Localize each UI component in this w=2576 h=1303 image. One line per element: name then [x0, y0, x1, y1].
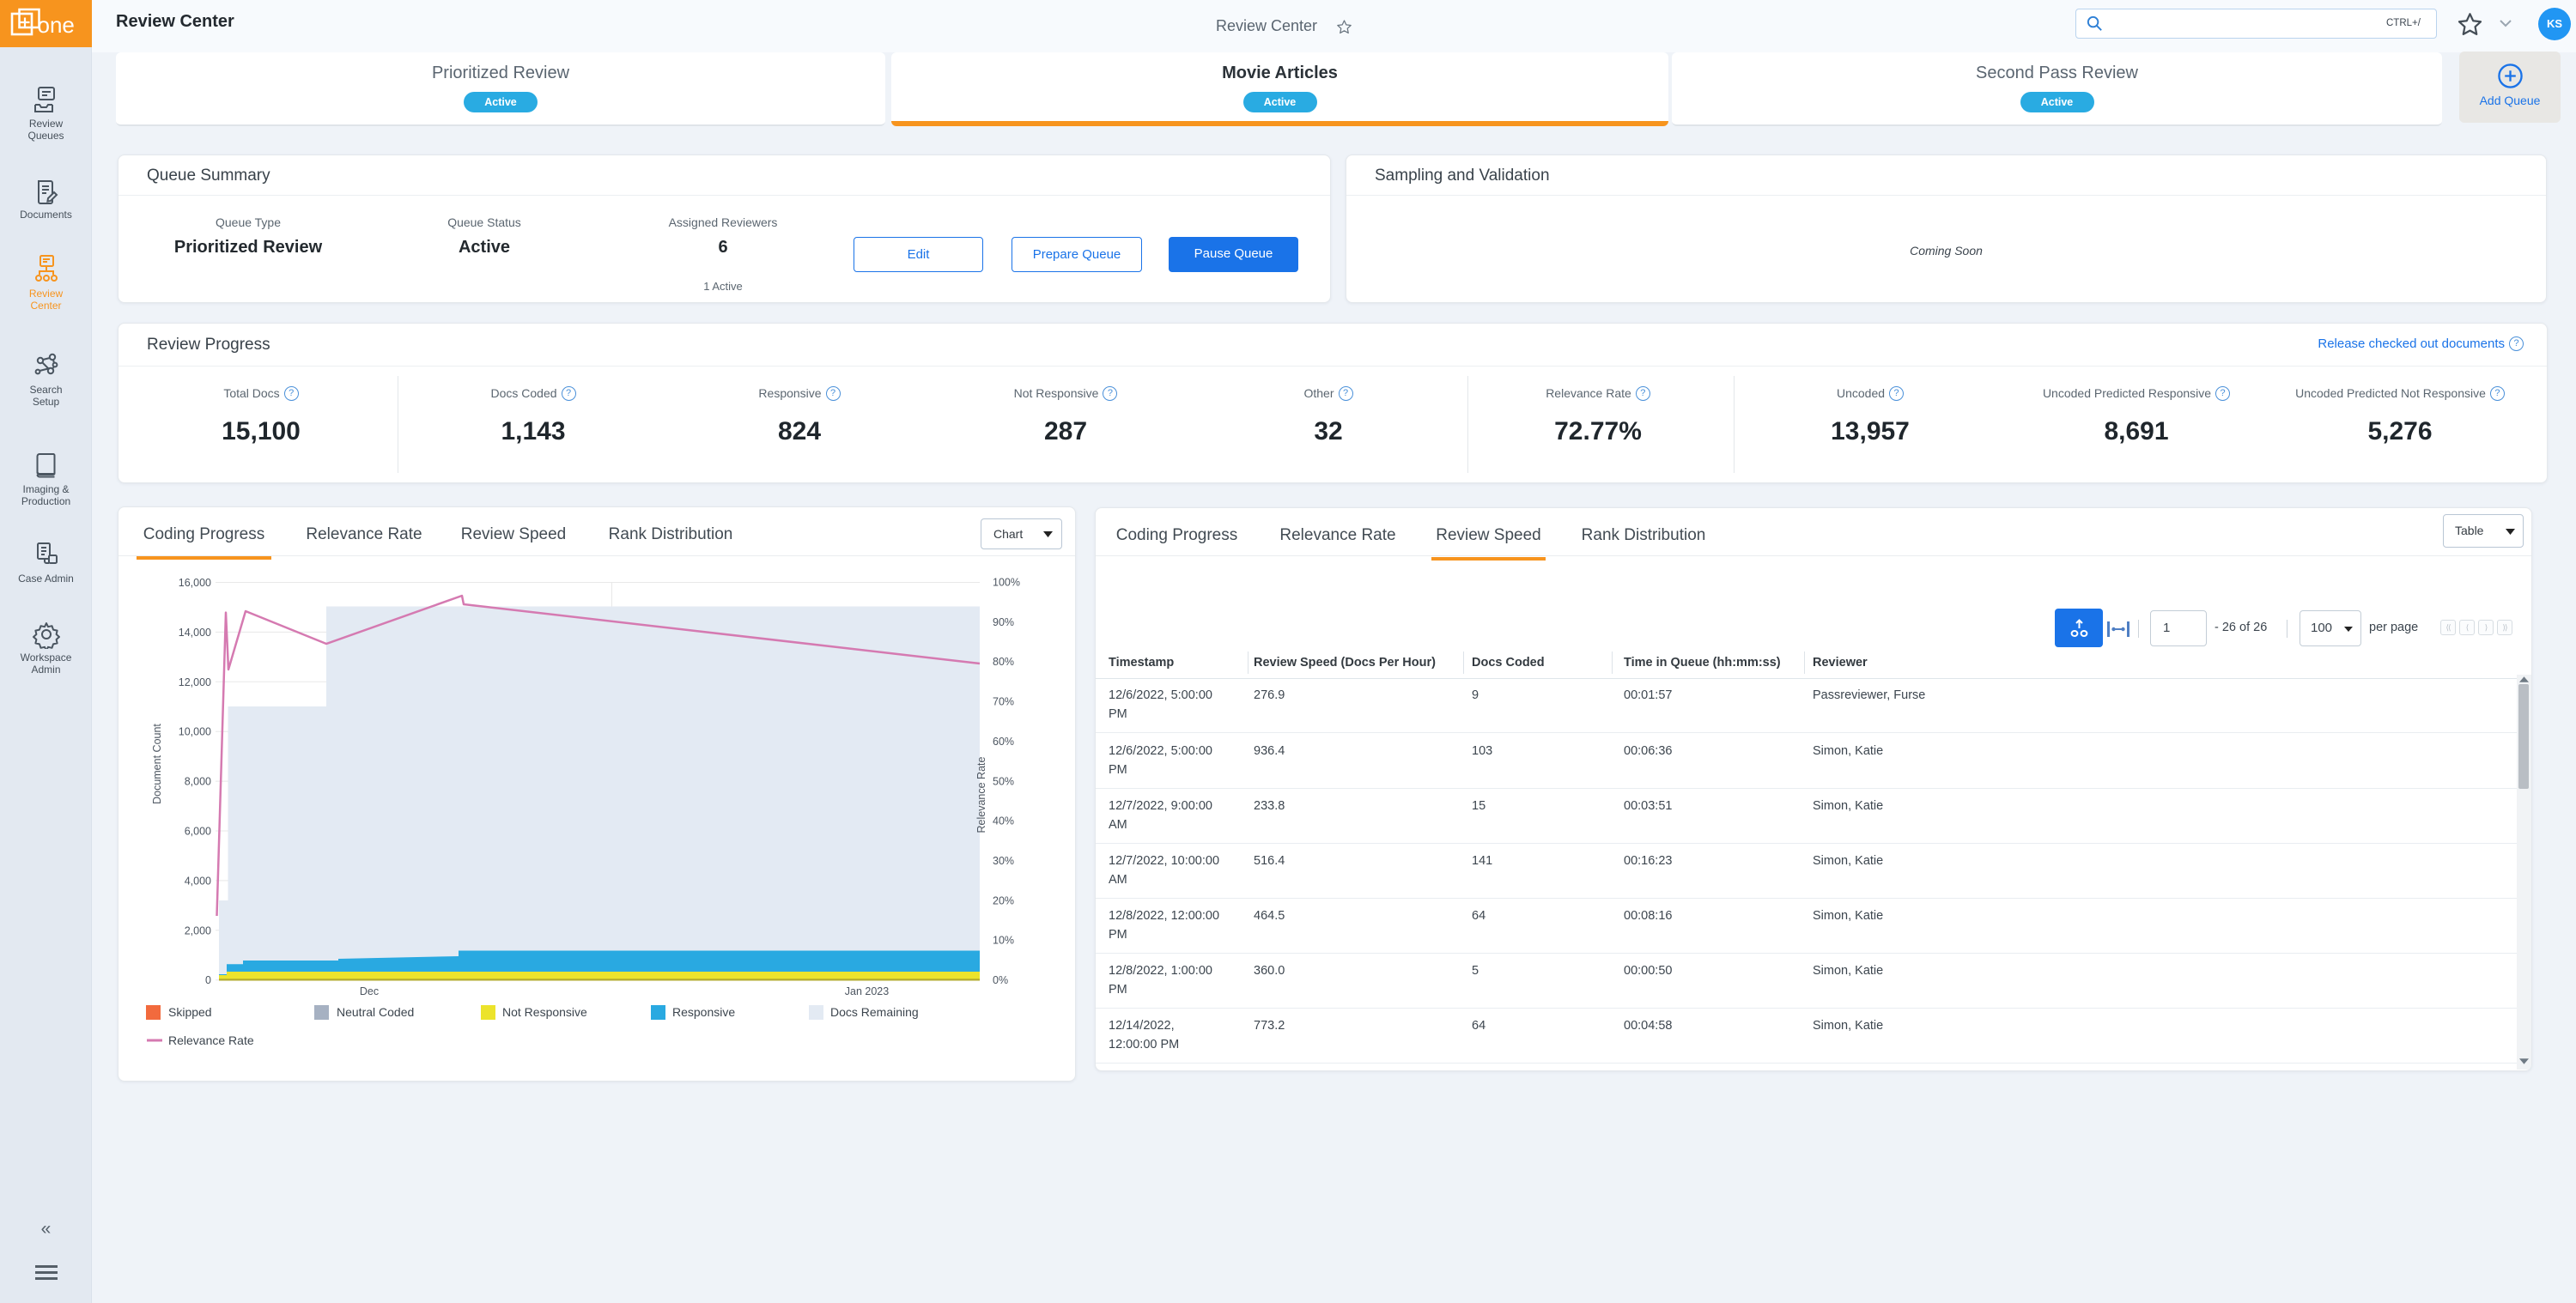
- svg-text:10%: 10%: [993, 935, 1014, 947]
- svg-text:0: 0: [205, 974, 211, 986]
- svg-text:Neutral Coded: Neutral Coded: [337, 1005, 414, 1019]
- svg-text:10,000: 10,000: [179, 726, 211, 738]
- svg-text:14,000: 14,000: [179, 627, 211, 639]
- svg-text:Jan 2023: Jan 2023: [845, 985, 889, 997]
- svg-text:one: one: [38, 12, 75, 38]
- svg-text:Docs Remaining: Docs Remaining: [830, 1005, 919, 1019]
- svg-text:60%: 60%: [993, 736, 1014, 748]
- svg-text:20%: 20%: [993, 894, 1014, 906]
- svg-text:Skipped: Skipped: [168, 1005, 212, 1019]
- svg-text:50%: 50%: [993, 775, 1014, 787]
- svg-text:80%: 80%: [993, 656, 1014, 668]
- svg-text:Responsive: Responsive: [672, 1005, 735, 1019]
- svg-text:90%: 90%: [993, 616, 1014, 628]
- svg-text:30%: 30%: [993, 855, 1014, 867]
- svg-text:40%: 40%: [993, 815, 1014, 827]
- svg-text:Dec: Dec: [360, 985, 379, 997]
- svg-text:Not Responsive: Not Responsive: [502, 1005, 587, 1019]
- svg-text:6,000: 6,000: [185, 826, 211, 838]
- svg-text:Relevance Rate: Relevance Rate: [975, 756, 987, 833]
- svg-text:0%: 0%: [993, 974, 1008, 986]
- svg-text:12,000: 12,000: [179, 676, 211, 688]
- svg-text:4,000: 4,000: [185, 875, 211, 887]
- svg-text:70%: 70%: [993, 696, 1014, 708]
- svg-text:16,000: 16,000: [179, 577, 211, 589]
- svg-text:100%: 100%: [993, 577, 1020, 589]
- svg-text:8,000: 8,000: [185, 776, 211, 788]
- svg-text:2,000: 2,000: [185, 924, 211, 936]
- svg-text:Relevance Rate: Relevance Rate: [168, 1033, 254, 1047]
- svg-text:Document Count: Document Count: [151, 724, 163, 804]
